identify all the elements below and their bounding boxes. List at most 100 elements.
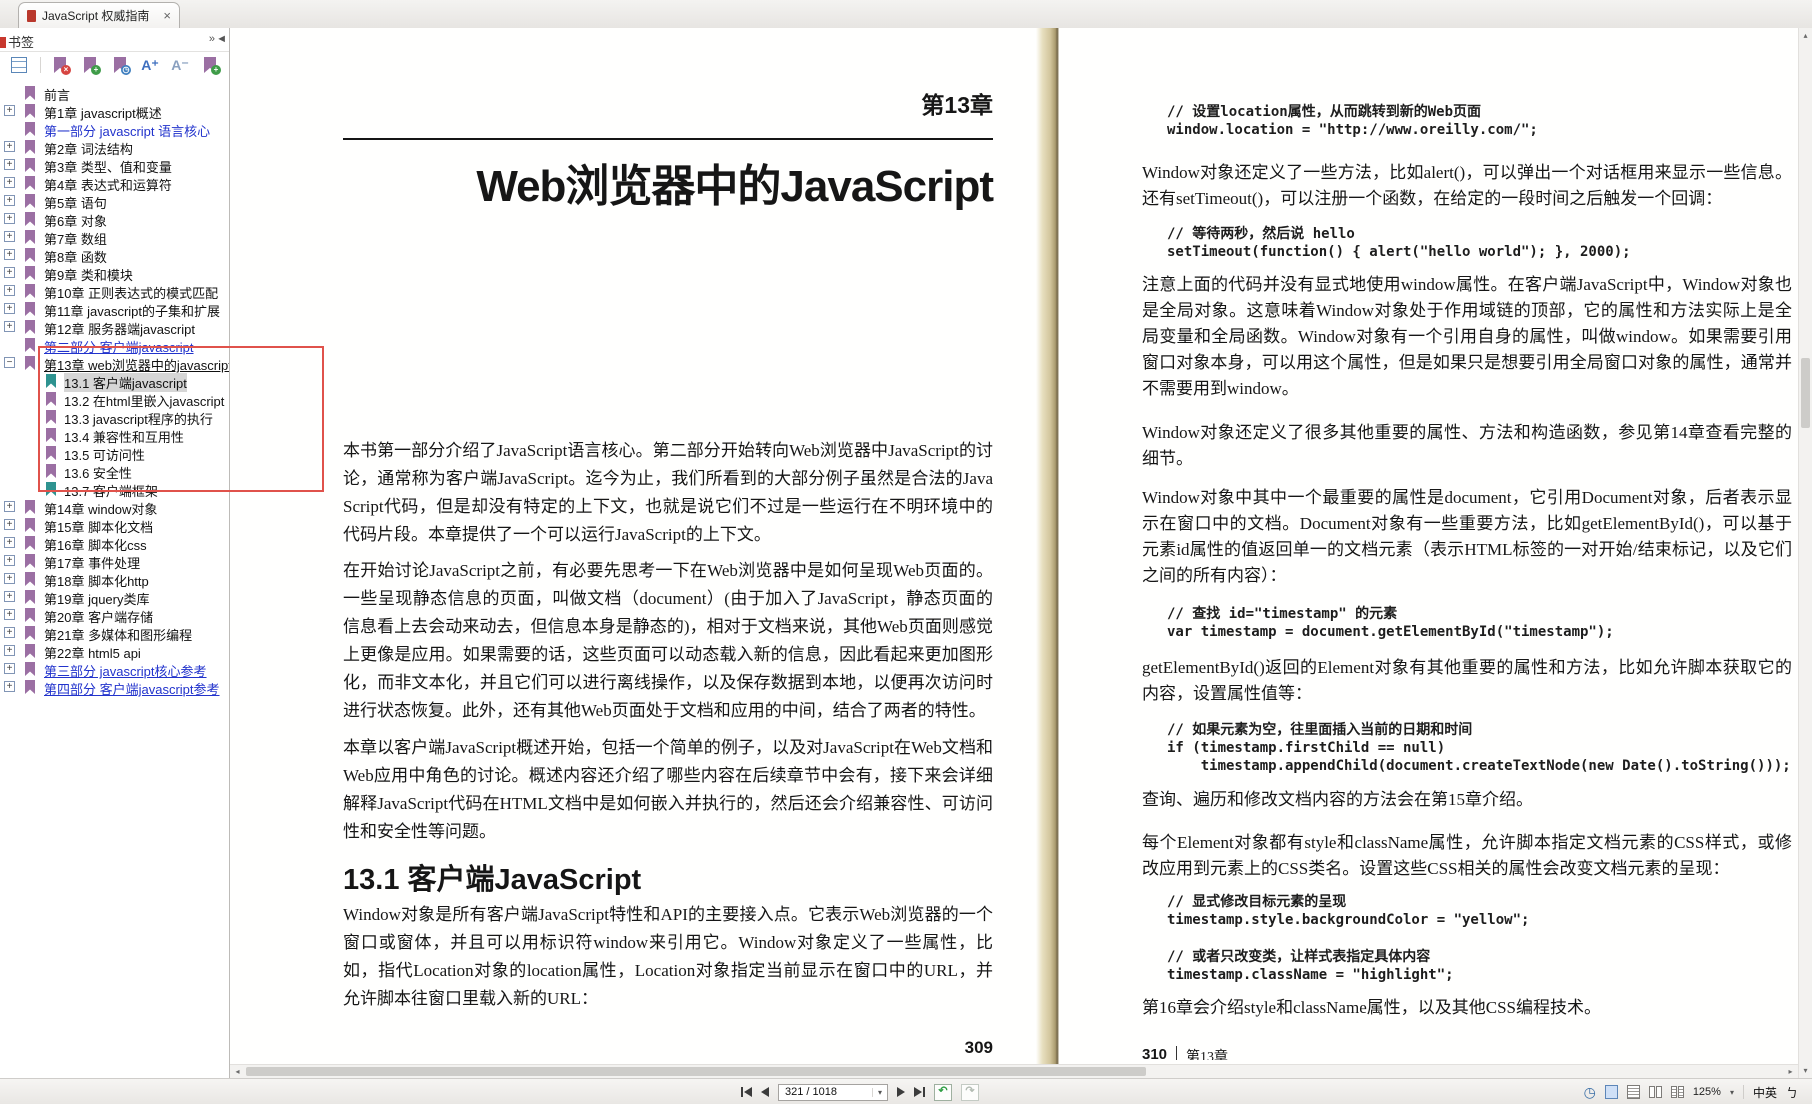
horizontal-scrollbar[interactable]: ◂ ▸ bbox=[230, 1064, 1798, 1078]
bookmarks-panel-title: 书签 bbox=[8, 32, 34, 51]
scroll-left-icon[interactable]: ◂ bbox=[231, 1065, 244, 1078]
footer-chapter: 第13章 bbox=[1186, 1046, 1228, 1060]
code-block: // 设置location属性，从而跳转到新的Web页面window.locat… bbox=[1167, 103, 1798, 139]
expand-toggle-icon[interactable]: + bbox=[4, 177, 15, 188]
bookmark-item[interactable]: +第16章 脚本化css bbox=[0, 534, 229, 552]
page-field-value[interactable]: 321 / 1018 bbox=[779, 1086, 872, 1098]
toolbar-separator bbox=[40, 57, 41, 73]
add-nested-bookmark-icon[interactable]: + bbox=[199, 55, 221, 75]
panel-collapse-icon[interactable]: ◄ bbox=[216, 33, 227, 45]
bookmark-item[interactable]: +第6章 对象 bbox=[0, 210, 229, 228]
expand-toggle-icon[interactable]: + bbox=[4, 609, 15, 620]
facing-continuous-view-icon[interactable] bbox=[1671, 1086, 1684, 1098]
expand-toggle-icon[interactable]: + bbox=[4, 267, 15, 278]
font-decrease-icon[interactable]: A⁻ bbox=[169, 55, 191, 75]
bookmark-history-icon[interactable]: ◷ bbox=[109, 55, 131, 75]
expand-toggle-icon[interactable]: + bbox=[4, 681, 15, 692]
vscroll-thumb[interactable] bbox=[1801, 358, 1810, 428]
bookmark-item[interactable]: +第14章 window对象 bbox=[0, 498, 229, 516]
page-field-dropdown-icon[interactable]: ▾ bbox=[872, 1088, 887, 1097]
scroll-down-icon[interactable]: ▾ bbox=[1799, 1064, 1812, 1077]
pdf-doc-icon bbox=[27, 10, 36, 22]
expand-toggle-icon[interactable]: + bbox=[4, 573, 15, 584]
bookmark-item[interactable]: +第7章 数组 bbox=[0, 228, 229, 246]
expand-toggle-icon[interactable]: + bbox=[4, 627, 15, 638]
chapter-rule bbox=[343, 138, 993, 140]
hscroll-thumb[interactable] bbox=[246, 1067, 1146, 1076]
next-view-icon[interactable]: ↷ bbox=[961, 1084, 979, 1101]
scroll-up-icon[interactable]: ▴ bbox=[1799, 29, 1812, 42]
bookmark-item[interactable]: +第3章 类型、值和变量 bbox=[0, 156, 229, 174]
collapse-toggle-icon[interactable]: − bbox=[4, 357, 15, 368]
bookmark-item[interactable]: +第9章 类和模块 bbox=[0, 264, 229, 282]
bookmark-item[interactable]: +第1章 javascript概述 bbox=[0, 102, 229, 120]
bookmark-item[interactable]: 前言 bbox=[0, 84, 229, 102]
badge-icon: ◷ bbox=[121, 65, 131, 75]
bookmark-icon bbox=[25, 536, 35, 550]
ime-language-toggle[interactable]: 中英 bbox=[1753, 1084, 1777, 1101]
code-block: // 如果元素为空，往里面插入当前的日期和时间if (timestamp.fir… bbox=[1167, 721, 1798, 775]
bookmark-item[interactable]: +第三部分 javascript核心参考 bbox=[0, 660, 229, 678]
expand-toggle-icon[interactable]: + bbox=[4, 501, 15, 512]
bookmark-item[interactable]: + 第四部分 客户端javascript参考 bbox=[0, 678, 229, 696]
bookmark-item[interactable]: +第15章 脚本化文档 bbox=[0, 516, 229, 534]
bookmark-item[interactable]: +第5章 语句 bbox=[0, 192, 229, 210]
expand-toggle-icon[interactable]: + bbox=[4, 195, 15, 206]
bookmark-item[interactable]: 第一部分 javascript 语言核心 bbox=[0, 120, 229, 138]
expand-toggle-icon[interactable]: + bbox=[4, 159, 15, 170]
body-paragraph: 每个Element对象都有style和className属性，允许脚本指定文档元… bbox=[1142, 830, 1792, 882]
bookmark-item[interactable]: +第17章 事件处理 bbox=[0, 552, 229, 570]
expand-toggle-icon[interactable]: + bbox=[4, 321, 15, 332]
add-bookmark-icon[interactable]: + bbox=[79, 55, 101, 75]
previous-page-button[interactable] bbox=[761, 1085, 769, 1099]
previous-view-icon[interactable]: ↶ bbox=[934, 1084, 952, 1101]
zoom-level[interactable]: 125% bbox=[1693, 1086, 1721, 1098]
bookmark-label[interactable]: 第四部分 客户端javascript参考 bbox=[44, 679, 220, 698]
bookmark-item[interactable]: +第19章 jquery类库 bbox=[0, 588, 229, 606]
expand-toggle-icon[interactable]: + bbox=[4, 537, 15, 548]
scroll-right-icon[interactable]: ▸ bbox=[1784, 1065, 1797, 1078]
expand-toggle-icon[interactable]: + bbox=[4, 285, 15, 296]
expand-toggle-icon[interactable]: + bbox=[4, 213, 15, 224]
panel-expand-icon[interactable]: » bbox=[209, 33, 215, 45]
bookmark-item[interactable]: +第22章 html5 api bbox=[0, 642, 229, 660]
bookmark-item[interactable]: +第11章 javascript的子集和扩展 bbox=[0, 300, 229, 318]
tab-close-icon[interactable]: × bbox=[163, 8, 171, 23]
zoom-dropdown-icon[interactable]: ▾ bbox=[1730, 1088, 1734, 1097]
document-tab[interactable]: JavaScript 权威指南（... × bbox=[18, 2, 180, 28]
expand-toggle-icon[interactable]: + bbox=[4, 303, 15, 314]
expand-toggle-icon[interactable]: + bbox=[4, 249, 15, 260]
bookmark-item[interactable]: +第8章 函数 bbox=[0, 246, 229, 264]
font-increase-icon[interactable]: A⁺ bbox=[139, 55, 161, 75]
bookmark-item[interactable]: +第10章 正则表达式的模式匹配 bbox=[0, 282, 229, 300]
bookmark-item[interactable]: +第18章 脚本化http bbox=[0, 570, 229, 588]
expand-toggle-icon[interactable]: + bbox=[4, 645, 15, 656]
expand-toggle-icon[interactable]: + bbox=[4, 519, 15, 530]
vertical-scrollbar[interactable]: ▴ ▾ bbox=[1798, 28, 1812, 1078]
body-paragraph: 第16章会介绍style和className属性，以及其他CSS编程技术。 bbox=[1142, 995, 1792, 1021]
bookmark-icon bbox=[25, 554, 35, 568]
bookmark-item[interactable]: +第20章 客户端存储 bbox=[0, 606, 229, 624]
single-page-view-icon[interactable] bbox=[1605, 1085, 1618, 1099]
bookmark-item[interactable]: +第21章 多媒体和图形编程 bbox=[0, 624, 229, 642]
body-paragraph: 注意上面的代码并没有显式地使用window属性。在客户端JavaScript中，… bbox=[1142, 272, 1792, 402]
bookmark-options-icon[interactable] bbox=[8, 55, 30, 75]
expand-toggle-icon[interactable]: + bbox=[4, 141, 15, 152]
expand-toggle-icon[interactable]: + bbox=[4, 105, 15, 116]
history-clock-icon[interactable]: ◷ bbox=[1584, 1084, 1596, 1101]
ime-input-mode[interactable]: ㄅ bbox=[1786, 1084, 1798, 1101]
facing-view-icon[interactable] bbox=[1649, 1086, 1662, 1098]
first-page-button[interactable] bbox=[741, 1085, 752, 1099]
expand-toggle-icon[interactable]: + bbox=[4, 663, 15, 674]
bookmark-item[interactable]: +第4章 表达式和运算符 bbox=[0, 174, 229, 192]
expand-toggle-icon[interactable]: + bbox=[4, 591, 15, 602]
page-number-field[interactable]: 321 / 1018 ▾ bbox=[778, 1084, 888, 1101]
continuous-view-icon[interactable] bbox=[1627, 1085, 1640, 1099]
expand-toggle-icon[interactable]: + bbox=[4, 231, 15, 242]
last-page-button[interactable] bbox=[914, 1085, 925, 1099]
bookmark-item[interactable]: +第12章 服务器端javascript bbox=[0, 318, 229, 336]
expand-toggle-icon[interactable]: + bbox=[4, 555, 15, 566]
delete-bookmark-icon[interactable]: × bbox=[49, 55, 71, 75]
bookmark-item[interactable]: +第2章 词法结构 bbox=[0, 138, 229, 156]
next-page-button[interactable] bbox=[897, 1085, 905, 1099]
